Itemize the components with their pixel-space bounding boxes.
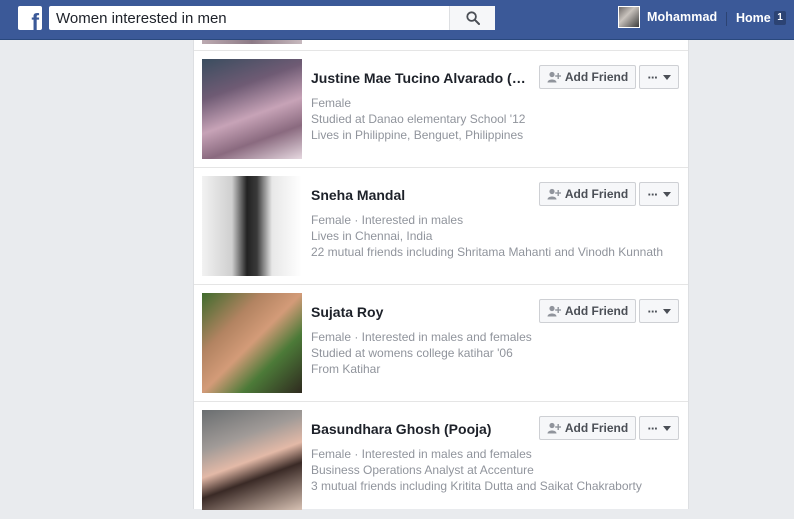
result-detail-line: Female [311,96,352,110]
more-options-button[interactable]: ··· [639,65,679,89]
more-options-button[interactable]: ··· [639,416,679,440]
more-options-button[interactable]: ··· [639,299,679,323]
add-friend-button[interactable]: Add Friend [539,299,636,323]
result-detail-line: Female · Interested in males and females [311,447,532,461]
add-friend-icon [547,305,561,317]
result-name-wrap: Basundhara Ghosh (Pooja) [311,421,531,437]
search-button[interactable] [449,6,495,30]
result-name[interactable]: Sujata Roy [311,304,531,320]
result-detail-line: Female · Interested in males and females [311,330,532,344]
result-card: Basundhara Ghosh (Pooja) Female · Intere… [194,402,688,519]
result-detail-line: Business Operations Analyst at Accenture [311,463,534,477]
result-name-wrap: Sneha Mandal [311,187,531,203]
more-options-button[interactable]: ··· [639,182,679,206]
add-friend-label: Add Friend [564,70,629,84]
caret-down-icon [662,191,671,197]
add-friend-icon [547,71,561,83]
profile-photo[interactable] [202,59,302,159]
profile-photo[interactable] [202,410,302,510]
profile-photo-partial[interactable] [202,40,302,44]
search-icon [465,11,480,25]
result-name-wrap: Sujata Roy [311,304,531,320]
more-icon: ··· [647,303,659,319]
result-name-wrap: Justine Mae Tucino Alvarado (Pi... [311,70,531,86]
result-name[interactable]: Justine Mae Tucino Alvarado (Pi... [311,70,531,86]
add-friend-label: Add Friend [564,187,629,201]
add-friend-icon [547,422,561,434]
add-friend-icon [547,188,561,200]
add-friend-label: Add Friend [564,421,629,435]
search-results-list: Justine Mae Tucino Alvarado (Pi... Femal… [193,40,689,510]
add-friend-button[interactable]: Add Friend [539,416,636,440]
search-input[interactable] [49,6,445,30]
home-link[interactable]: Home [736,11,771,25]
result-detail-line: Studied at womens college katihar '06 [311,346,513,360]
result-detail-line: Lives in Chennai, India [311,229,433,243]
caret-down-icon [662,425,671,431]
result-card: Sneha Mandal Female · Interested in male… [194,168,688,285]
avatar [618,6,640,28]
top-navigation-bar: f Mohammad Home 1 [0,0,794,40]
result-name[interactable]: Sneha Mandal [311,187,531,203]
caret-down-icon [662,308,671,314]
result-detail-line: Lives in Philippine, Benguet, Philippine… [311,128,524,142]
result-details: Female · Interested in males and females… [311,446,681,494]
add-friend-label: Add Friend [564,304,629,318]
result-card: Sujata Roy Female · Interested in males … [194,285,688,402]
nav-divider [726,12,727,26]
result-card-partial [194,40,688,51]
result-details: Female Studied at Danao elementary Schoo… [311,95,681,143]
result-detail-line: Female · Interested in males [311,213,464,227]
profile-link[interactable]: Mohammad [618,6,717,28]
result-details: Female · Interested in males and females… [311,329,681,377]
result-detail-line: From Katihar [311,362,381,376]
home-notification-badge: 1 [774,11,786,25]
profile-photo[interactable] [202,293,302,393]
result-detail-line: Studied at Danao elementary School '12 [311,112,526,126]
result-card: Justine Mae Tucino Alvarado (Pi... Femal… [194,51,688,168]
search-bar [49,6,495,30]
facebook-logo[interactable]: f [18,6,42,30]
result-details: Female · Interested in males Lives in Ch… [311,212,681,260]
more-icon: ··· [647,69,659,85]
user-name: Mohammad [647,10,718,24]
add-friend-button[interactable]: Add Friend [539,182,636,206]
more-icon: ··· [647,420,659,436]
add-friend-button[interactable]: Add Friend [539,65,636,89]
result-detail-line: 3 mutual friends including Kritita Dutta… [311,479,642,493]
profile-photo[interactable] [202,176,302,276]
result-name[interactable]: Basundhara Ghosh (Pooja) [311,421,531,437]
caret-down-icon [662,74,671,80]
result-detail-line: 22 mutual friends including Shritama Mah… [311,245,664,259]
more-icon: ··· [647,186,659,202]
